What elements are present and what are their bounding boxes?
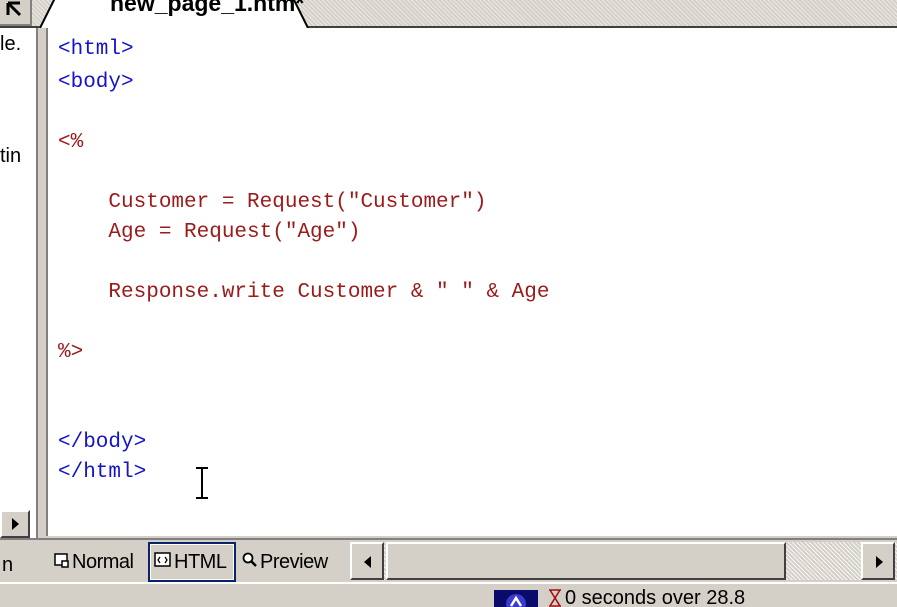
code-line: <body> [58, 71, 134, 94]
folder-list-pane[interactable]: le. tin [0, 28, 38, 538]
normal-view-icon [54, 551, 70, 574]
code-line: <html> [58, 38, 134, 61]
scroll-left-button[interactable] [350, 542, 384, 580]
text-cursor-ibeam-icon [196, 467, 208, 499]
tab-normal-view[interactable]: Normal [50, 542, 146, 582]
arrow-right-icon [12, 518, 19, 530]
view-tab-bar: n Normal HTML Preview [0, 538, 897, 582]
arrow-left-icon [364, 556, 371, 568]
code-line: Response.write Customer & " " & Age [58, 281, 550, 304]
tab-scroll-left-button[interactable] [0, 0, 32, 26]
tab-label: Preview [260, 550, 328, 573]
code-line: Age = Request("Age") [58, 221, 361, 244]
download-time-text: 0 seconds over 28.8 [565, 587, 746, 607]
editor-window: new_page_1.htm* le. tin <html> <body> <%… [0, 0, 897, 607]
folder-list-text-fragment: n [2, 554, 14, 576]
code-line: Customer = Request("Customer") [58, 191, 487, 214]
network-status-icon [494, 590, 538, 607]
code-line: </html> [58, 461, 147, 484]
code-line: </body> [58, 431, 147, 454]
folder-list-scroll-right-button[interactable] [0, 510, 30, 538]
folder-list-text-fragment: le. [0, 33, 22, 55]
status-bar: 0 seconds over 28.8 [0, 582, 897, 607]
document-tab[interactable]: new_page_1.htm* [40, 0, 310, 28]
tab-label: HTML [174, 550, 227, 573]
tab-label: Normal [72, 550, 134, 573]
horizontal-scrollbar[interactable] [350, 542, 897, 580]
tab-preview-view[interactable]: Preview [238, 542, 346, 582]
scroll-right-button[interactable] [861, 542, 895, 580]
hourglass-icon [549, 589, 561, 607]
document-tab-strip: new_page_1.htm* [0, 0, 897, 28]
html-code-editor[interactable]: <html> <body> <% Customer = Request("Cus… [46, 28, 897, 536]
tab-html-view[interactable]: HTML [148, 542, 236, 582]
preview-magnifier-icon [242, 551, 258, 574]
arrow-up-left-icon [6, 1, 22, 17]
code-line: <% [58, 131, 84, 154]
code-line: %> [58, 341, 84, 364]
arrow-right-icon [876, 556, 883, 568]
html-view-icon [154, 551, 172, 574]
document-tab-label: new_page_1.htm* [110, 0, 305, 16]
scrollbar-thumb[interactable] [386, 542, 786, 580]
folder-list-text-fragment: tin [0, 145, 22, 167]
